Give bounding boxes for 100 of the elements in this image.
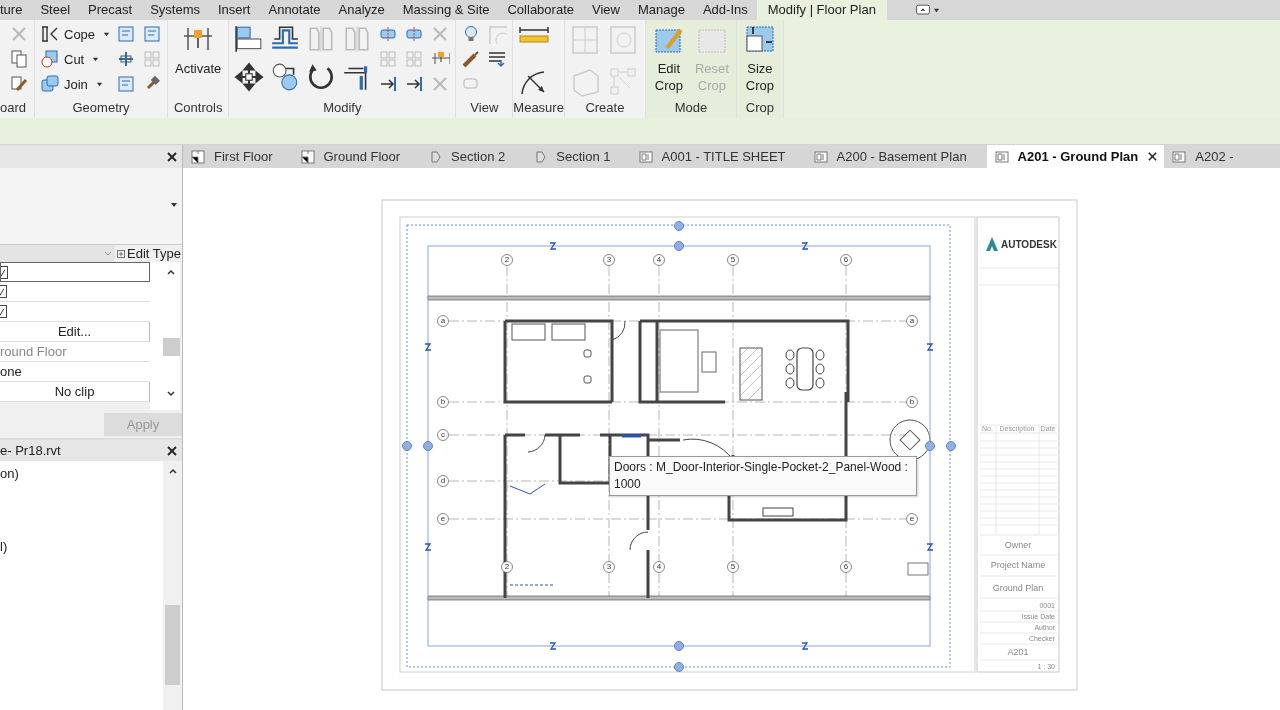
document-tab[interactable]: First Floor	[183, 145, 293, 168]
grid-bubble[interactable]: 6	[840, 561, 852, 573]
grid-bubble[interactable]: b	[906, 396, 918, 408]
drag-handle[interactable]	[423, 441, 433, 451]
cell-button[interactable]: Edit...	[0, 322, 150, 342]
tool-button[interactable]: Join	[64, 74, 88, 94]
break-symbol-icon[interactable]	[926, 543, 934, 551]
drag-handle[interactable]	[402, 441, 412, 451]
property-row[interactable]: one	[0, 362, 150, 382]
grid-bubble[interactable]: d	[437, 475, 449, 487]
close-icon[interactable]	[166, 150, 178, 163]
break-symbol-icon[interactable]	[424, 543, 432, 551]
grid-bubble[interactable]: e	[906, 513, 918, 525]
tree-item[interactable]: on)	[0, 463, 163, 484]
document-tab[interactable]: A200 - Basement Plan	[805, 145, 987, 168]
door-highlight[interactable]	[622, 434, 641, 438]
move-icon[interactable]	[234, 62, 265, 92]
checkbox[interactable]	[0, 285, 7, 298]
copy-icon[interactable]	[9, 49, 29, 69]
arrow-icon[interactable]	[378, 74, 399, 94]
break-symbol-icon[interactable]	[549, 242, 557, 250]
scroll-up-icon[interactable]	[166, 268, 176, 276]
grid-bubble[interactable]: 6	[840, 254, 852, 266]
document-tab[interactable]: Section 1	[525, 145, 631, 168]
document-tab[interactable]: A001 - TITLE SHEET	[630, 145, 806, 168]
paint-icon[interactable]	[9, 74, 29, 94]
break-symbol-icon[interactable]	[926, 343, 934, 351]
scrollbar[interactable]	[163, 461, 182, 710]
menu-tab[interactable]: Massing & Site	[393, 0, 499, 20]
cell-button[interactable]: No clip	[0, 382, 150, 402]
grid-bubble[interactable]: 5	[727, 561, 739, 573]
menu-tab[interactable]: ture	[0, 0, 32, 20]
grid-bubble[interactable]: 2	[501, 254, 513, 266]
close-icon[interactable]	[1147, 151, 1159, 162]
menu-tab[interactable]: Insert	[208, 0, 260, 20]
menu-tab[interactable]: Annotate	[259, 0, 330, 20]
scroll-down-icon[interactable]	[166, 390, 176, 398]
document-tab[interactable]: Section 2	[420, 145, 526, 168]
grid-bubble[interactable]: 2	[501, 561, 513, 573]
break-symbol-icon[interactable]	[424, 343, 432, 351]
grid-bubble[interactable]: a	[906, 315, 918, 327]
menu-tab[interactable]: Analyze	[329, 0, 394, 20]
caret-icon[interactable]	[103, 30, 111, 38]
split-icon[interactable]	[378, 24, 399, 44]
grid-bubble[interactable]: b	[437, 396, 449, 408]
menu-tab[interactable]: Steel	[31, 0, 80, 20]
scroll-up-icon[interactable]	[167, 467, 178, 475]
menu-tab[interactable]: Modify | Floor Plan	[756, 0, 887, 20]
drag-handle[interactable]	[925, 441, 935, 451]
checkbox[interactable]	[1, 265, 8, 279]
caret-icon[interactable]	[95, 80, 103, 88]
menu-tab[interactable]: Manage	[628, 0, 694, 20]
grid-bubble[interactable]: 4	[653, 561, 665, 573]
close-icon[interactable]	[166, 444, 178, 457]
menu-tab[interactable]: View	[583, 0, 629, 20]
tool-button[interactable]: Cut	[64, 49, 85, 69]
menu-tab[interactable]: Add-Ins	[693, 0, 757, 20]
grid-bubble[interactable]: e	[437, 513, 449, 525]
grid-bubble[interactable]: 3	[603, 561, 615, 573]
grid-bubble[interactable]: 4	[653, 254, 665, 266]
brush-icon[interactable]	[461, 49, 482, 69]
property-row[interactable]	[0, 262, 150, 282]
menu-tab[interactable]: Collaborate	[498, 0, 583, 20]
type-icon	[117, 249, 125, 258]
drag-handle[interactable]	[674, 662, 684, 672]
menu-tab[interactable]: Systems	[141, 0, 209, 20]
break-symbol-icon[interactable]	[549, 642, 557, 650]
tool-button[interactable]: Activate	[173, 24, 224, 77]
scrollbar[interactable]	[150, 262, 180, 410]
document-tab[interactable]: Ground Floor	[292, 145, 421, 168]
document-tab[interactable]: A202 -	[1164, 145, 1254, 168]
scroll-thumb[interactable]	[165, 605, 180, 685]
checkbox[interactable]	[0, 305, 7, 318]
grid-bubble[interactable]: a	[437, 315, 449, 327]
grid-bubble[interactable]: 3	[603, 254, 615, 266]
tree-item[interactable]: l)	[0, 536, 163, 557]
cut-icon[interactable]	[40, 49, 60, 69]
drag-handle[interactable]	[674, 641, 684, 651]
document-tab[interactable]: A201 - Ground Plan	[986, 145, 1165, 168]
menu-tab[interactable]: Precast	[79, 0, 142, 20]
crop-boundary[interactable]	[427, 245, 931, 647]
scroll-thumb[interactable]	[163, 338, 180, 356]
caret-icon[interactable]	[92, 55, 100, 63]
drag-handle[interactable]	[946, 441, 956, 451]
grid-bubble[interactable]: c	[437, 429, 449, 441]
tool-button[interactable]: Size Crop	[741, 24, 778, 94]
cope-icon[interactable]	[40, 24, 60, 44]
break-symbol-icon[interactable]	[801, 642, 809, 650]
split-icon[interactable]	[404, 24, 425, 44]
break-symbol-icon[interactable]	[801, 242, 809, 250]
tool-button[interactable]: Cope	[64, 24, 96, 44]
sheet-icon	[994, 149, 1009, 164]
grid-bubble[interactable]: 5	[727, 254, 739, 266]
linework-icon[interactable]	[487, 49, 508, 69]
join-icon[interactable]	[40, 74, 60, 94]
keyboard-icon[interactable]	[914, 2, 931, 18]
caret-icon[interactable]	[932, 7, 940, 14]
arrow-icon[interactable]	[404, 74, 425, 94]
caret-icon	[170, 201, 178, 209]
tool-button[interactable]: Edit Crop	[650, 24, 687, 94]
